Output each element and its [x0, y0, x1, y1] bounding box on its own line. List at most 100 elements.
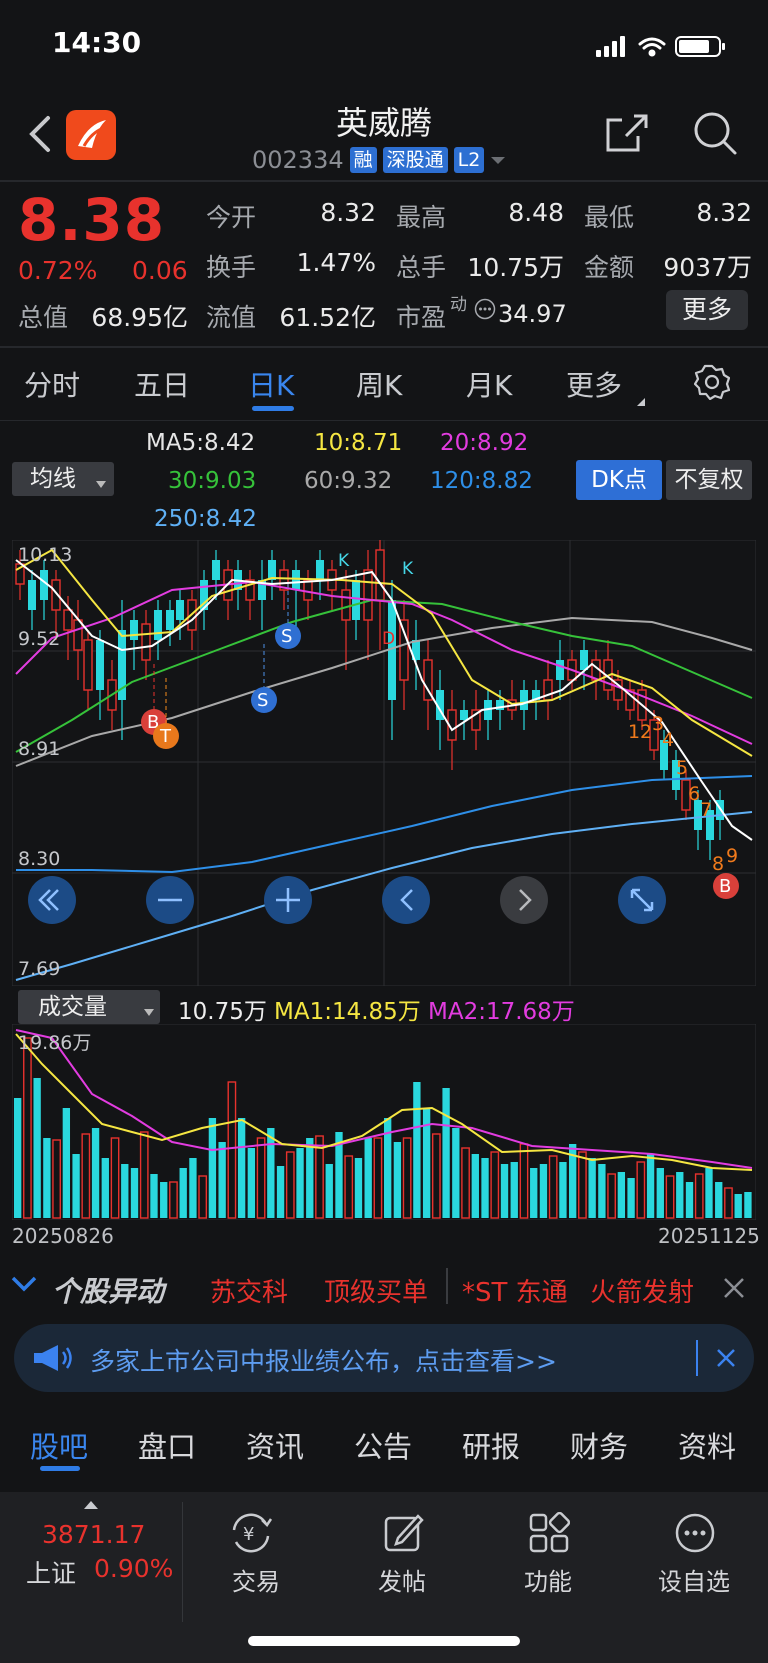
home-indicator	[248, 1636, 520, 1646]
ticker-item[interactable]: *ST 东通	[462, 1272, 568, 1309]
volume-bar	[617, 1172, 626, 1218]
ticker-item[interactable]: 顶级买单	[324, 1272, 428, 1309]
candle-body	[303, 579, 313, 601]
settings-button[interactable]	[693, 364, 731, 404]
svg-text:7: 7	[700, 799, 712, 821]
close-icon	[717, 1349, 735, 1367]
tab-finance[interactable]: 财务	[570, 1424, 628, 1466]
tab-intraday[interactable]: 分时	[24, 364, 80, 404]
ticker-item[interactable]: 苏交科	[210, 1272, 288, 1309]
volume-bar	[81, 1133, 91, 1219]
tab-announcements[interactable]: 公告	[354, 1424, 412, 1466]
volume-chart[interactable]	[12, 1024, 756, 1220]
change-percent: 0.72%	[18, 256, 98, 285]
volume-select[interactable]: 成交量	[18, 990, 160, 1024]
tab-weekly-k[interactable]: 周K	[356, 364, 402, 404]
value-low: 8.32	[696, 198, 752, 227]
nav-divider	[182, 1502, 183, 1622]
volume-bar	[665, 1175, 675, 1219]
tab-profile[interactable]: 资料	[678, 1424, 736, 1466]
index-value[interactable]: 3871.17	[42, 1520, 145, 1549]
index-name[interactable]: 上证	[26, 1554, 76, 1590]
volume-bar	[724, 1187, 733, 1219]
ticker-item[interactable]: 火箭发射	[590, 1272, 694, 1309]
volume-bar	[91, 1128, 100, 1218]
ma10-label: 10:8.71	[314, 430, 403, 456]
value-turnover: 1.47%	[296, 248, 376, 277]
nav-functions-label: 功能	[524, 1568, 572, 1596]
candle-body	[73, 619, 83, 651]
info-icon[interactable]	[474, 298, 496, 324]
candles	[15, 540, 724, 860]
tab-news[interactable]: 资讯	[246, 1424, 304, 1466]
share-button[interactable]	[604, 112, 650, 158]
close-notice-button[interactable]	[716, 1348, 736, 1372]
svg-text:9: 9	[726, 845, 738, 867]
volume-bar	[715, 1182, 723, 1218]
tab-monthly-k[interactable]: 月K	[466, 364, 512, 404]
nav-watchlist[interactable]	[674, 1512, 716, 1558]
volume-bar	[296, 1148, 304, 1218]
price-axis-label: 7.69	[18, 958, 61, 980]
svg-text:2: 2	[640, 721, 652, 743]
volume-bar	[150, 1174, 158, 1218]
tab-daily-k[interactable]: 日K	[248, 364, 294, 404]
triangle-up-icon	[84, 1501, 98, 1509]
volume-bar	[256, 1137, 266, 1219]
ma60-label: 60:9.32	[304, 468, 393, 494]
ma120-label: 120:8.82	[430, 468, 533, 494]
volume-ma1: MA1:14.85万	[274, 999, 421, 1025]
candle-body	[130, 620, 138, 640]
nav-functions[interactable]	[528, 1511, 571, 1558]
volume-ma2: MA2:17.68万	[428, 999, 575, 1025]
candle-body	[363, 569, 373, 621]
tag-shenzhen-connect: 深股通	[382, 147, 448, 173]
price-axis-label: 8.30	[18, 848, 61, 870]
volume-bars	[14, 1037, 752, 1219]
volume-bar	[676, 1172, 684, 1218]
collapse-ticker-button[interactable]	[10, 1274, 38, 1298]
ma30-label: 30:9.03	[168, 468, 257, 494]
volume-bar	[121, 1164, 129, 1218]
tab-research[interactable]: 研报	[462, 1424, 520, 1466]
volume-bar	[705, 1168, 713, 1218]
volume-bar	[627, 1178, 635, 1218]
search-button[interactable]	[692, 110, 738, 160]
volume-bar	[306, 1138, 314, 1218]
index-percent[interactable]: 0.90%	[94, 1554, 173, 1583]
kline-chart[interactable]: K K D S S B T B 1 2 34 5678 9	[12, 540, 756, 986]
stock-code-row[interactable]: 002334 融 深股通 L2	[252, 146, 506, 174]
volume-bar	[139, 1131, 149, 1219]
volume-bar	[490, 1151, 500, 1219]
dk-point-button[interactable]: DK点	[576, 460, 662, 500]
volume-bar	[43, 1138, 51, 1218]
tab-more-periods[interactable]: 更多	[566, 364, 622, 404]
tab-pankou[interactable]: 盘口	[138, 1424, 196, 1466]
candle-body	[399, 619, 409, 681]
volume-bar	[442, 1088, 450, 1218]
svg-text:T: T	[159, 726, 172, 747]
nav-post-label: 发帖	[378, 1568, 426, 1596]
candle-body	[176, 600, 184, 620]
tab-guba[interactable]: 股吧	[30, 1424, 88, 1466]
divider	[0, 346, 768, 348]
candle-body	[556, 660, 564, 680]
status-icons	[596, 34, 728, 62]
volume-bar	[33, 1078, 41, 1218]
candle-body	[316, 560, 324, 580]
status-time: 14:30	[52, 26, 142, 59]
no-adjust-button[interactable]: 不复权	[666, 460, 752, 500]
candle-body	[460, 710, 468, 720]
svg-text:4: 4	[662, 729, 674, 751]
candle-body	[341, 589, 351, 621]
nav-trade[interactable]: ¥	[228, 1512, 288, 1558]
more-quote-button[interactable]: 更多	[666, 290, 748, 330]
nav-post[interactable]	[382, 1512, 424, 1558]
price-axis-label: 10.13	[18, 544, 73, 566]
volume-bar	[510, 1162, 518, 1218]
tab-five-day[interactable]: 五日	[134, 364, 190, 404]
notice-banner[interactable]: 多家上市公司中报业绩公布，点击查看>>	[14, 1324, 754, 1392]
close-ticker-button[interactable]	[722, 1276, 746, 1304]
candle-body	[83, 639, 93, 691]
volume-select-label: 成交量	[38, 994, 107, 1020]
